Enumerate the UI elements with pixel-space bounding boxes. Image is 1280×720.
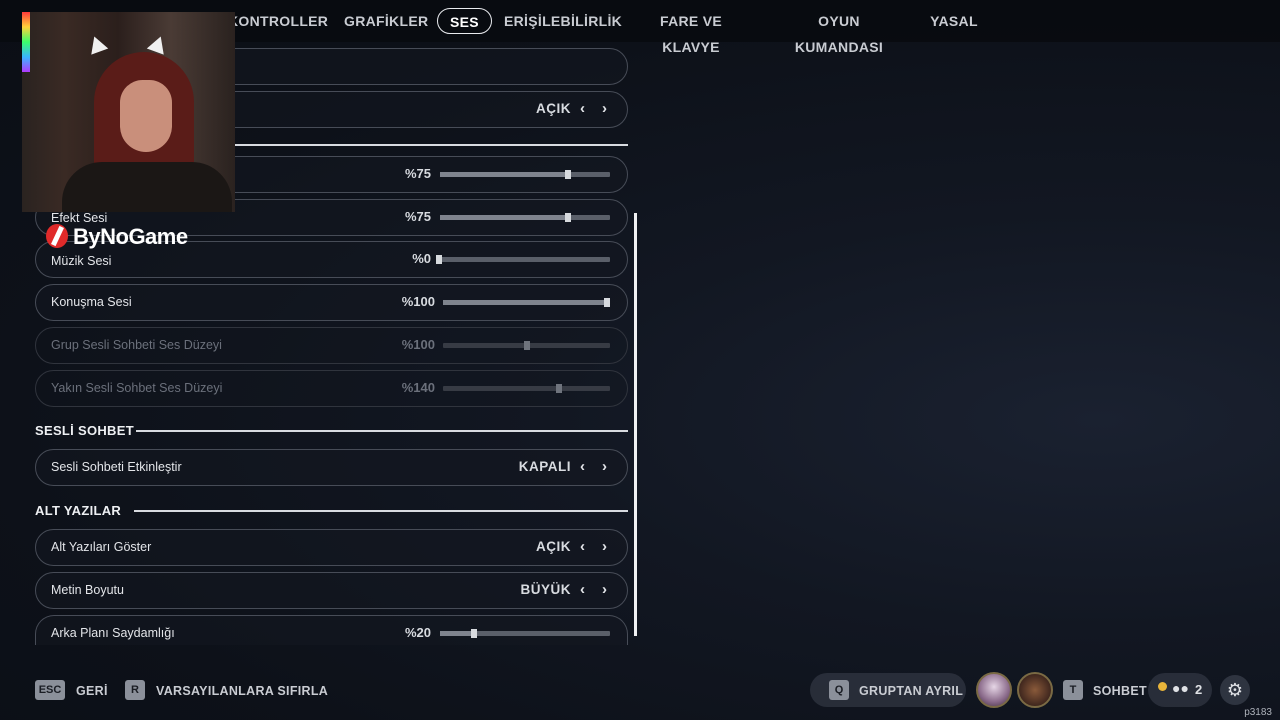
option-value: BÜYÜK [520,582,571,597]
setting-label: Müzik Sesi [51,254,112,268]
slider-handle[interactable] [471,629,477,638]
setting-row-group-voice-volume: Grup Sesli Sohbeti Ses Düzeyi %100 [35,327,628,364]
setting-label: Yakın Sesli Sohbet Ses Düzeyi [51,381,223,395]
volume-slider[interactable] [440,213,610,222]
volume-slider [443,384,610,393]
volume-value: %100 [401,337,435,352]
setting-label: Sesli Sohbeti Etkinleştir [51,460,182,474]
section-title-subtitles: ALT YAZILAR [35,503,122,518]
bynogame-mark-icon [46,224,68,248]
q-key-icon: Q [829,680,849,700]
streamer-face [120,80,172,152]
volume-value: %75 [404,166,431,181]
volume-value: %100 [401,294,435,309]
chat-button[interactable]: SOHBET [1093,684,1147,698]
section-divider [136,430,628,432]
chevron-right-icon[interactable]: › [602,458,607,475]
chevron-right-icon[interactable]: › [602,100,607,117]
chevron-right-icon[interactable]: › [602,538,607,555]
setting-row-speech-volume[interactable]: Konuşma Sesi %100 [35,284,628,321]
streamer-shirt [62,162,232,212]
section-divider [134,510,628,512]
tab-erisilebilirlik[interactable]: ERİŞİLEBİLİRLİK [504,8,622,34]
volume-slider[interactable] [443,298,610,307]
setting-label: Efekt Sesi [51,211,108,225]
party-users-icon: ●● [1172,680,1189,696]
leave-group-button[interactable]: Q GRUPTAN AYRIL [810,673,966,707]
logo-text: ByNoGame [73,224,188,249]
setting-row-proximity-voice-volume: Yakın Sesli Sohbet Ses Düzeyi %140 [35,370,628,407]
slider-fill [440,172,568,177]
setting-row-bg-opacity[interactable]: Arka Planı Saydamlığı %20 [35,615,628,645]
setting-label: Alt Yazıları Göster [51,540,152,554]
reset-defaults-button[interactable]: VARSAYILANLARA SIFIRLA [156,684,328,698]
setting-label: Konuşma Sesi [51,295,132,309]
section-title-voice-chat: SESLİ SOHBET [35,423,134,438]
party-member-avatar[interactable] [1017,672,1053,708]
party-button[interactable]: ●● 2 [1148,673,1212,707]
tab-grafikler[interactable]: GRAFİKLER [344,8,428,34]
tab-yasal[interactable]: YASAL [926,8,982,34]
volume-slider [443,341,610,350]
chevron-left-icon[interactable]: ‹ [580,538,585,555]
chevron-right-icon[interactable]: › [602,581,607,598]
esc-key-icon[interactable]: ESC [35,680,65,700]
opacity-value: %20 [404,625,431,640]
tab-oyun-kumandasi[interactable]: OYUN KUMANDASI [774,8,904,55]
rgb-light [22,12,30,72]
option-value: AÇIK [536,101,571,116]
webcam-overlay [22,12,235,212]
volume-value: %0 [412,251,431,266]
status-icon [1158,682,1167,691]
section-divider [235,144,628,146]
party-count: 2 [1195,682,1203,697]
back-button[interactable]: GERİ [76,684,108,698]
party-member-avatar[interactable] [976,672,1012,708]
slider-handle[interactable] [604,298,610,307]
chevron-left-icon[interactable]: ‹ [580,458,585,475]
tab-ses[interactable]: SES [437,8,492,34]
r-key-icon[interactable]: R [125,680,145,700]
slider-handle [524,341,530,350]
chevron-left-icon[interactable]: ‹ [580,100,585,117]
slider-fill [440,631,474,636]
slider-handle[interactable] [565,170,571,179]
chevron-left-icon[interactable]: ‹ [580,581,585,598]
slider-handle [556,384,562,393]
setting-label: Metin Boyutu [51,583,124,597]
gear-icon[interactable]: ⚙ [1220,675,1250,705]
volume-value: %140 [401,380,435,395]
volume-value: %75 [404,209,431,224]
slider-handle[interactable] [436,255,442,264]
volume-slider[interactable] [440,170,610,179]
setting-row-show-subtitles[interactable]: Alt Yazıları Göster AÇIK ‹ › [35,529,628,566]
setting-label: Grup Sesli Sohbeti Ses Düzeyi [51,338,222,352]
slider-handle[interactable] [565,213,571,222]
settings-scrollbar[interactable] [634,213,637,636]
tab-fare-ve-klavye[interactable]: FARE VE KLAVYE [632,8,750,55]
setting-row-text-size[interactable]: Metin Boyutu BÜYÜK ‹ › [35,572,628,609]
t-key-icon[interactable]: T [1063,680,1083,700]
build-version: p3183 [1244,707,1272,718]
option-value: AÇIK [536,539,571,554]
slider-fill [443,300,610,305]
cat-ear-icon [85,33,109,55]
slider-fill [440,215,568,220]
setting-label: Arka Planı Saydamlığı [51,626,175,640]
setting-row-voice-chat-enable[interactable]: Sesli Sohbeti Etkinleştir KAPALI ‹ › [35,449,628,486]
option-value: KAPALI [518,459,571,474]
volume-slider[interactable] [436,255,610,264]
tab-kontroller[interactable]: KONTROLLER [228,8,328,34]
opacity-slider[interactable] [440,629,610,638]
leave-group-label: GRUPTAN AYRIL [859,684,964,698]
